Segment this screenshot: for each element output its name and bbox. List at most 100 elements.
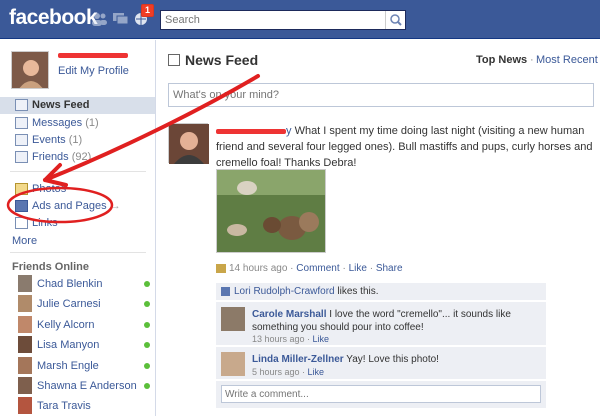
sidebar-item-messages[interactable]: Messages (1): [0, 115, 155, 132]
sidebar-item-ads-and-pages[interactable]: Ads and Pages →: [0, 198, 155, 215]
avatar: [18, 397, 32, 414]
photos-icon: [15, 183, 28, 195]
thumbs-up-icon: [221, 287, 230, 296]
facebook-logo[interactable]: facebook: [9, 6, 98, 30]
avatar: [169, 124, 209, 164]
messages-icon[interactable]: [112, 11, 129, 26]
online-status-icon: [144, 281, 150, 287]
avatar[interactable]: [221, 307, 245, 331]
avatar: [18, 377, 32, 394]
calendar-icon: [15, 134, 28, 146]
status-update-input[interactable]: [168, 83, 594, 107]
friends-online-title: Friends Online: [12, 261, 90, 273]
divider: [10, 252, 146, 253]
friend-name: Lisa Manyon: [37, 339, 100, 351]
arrow-right-icon: →: [109, 200, 121, 212]
sidebar-item-label: Photos: [32, 183, 67, 195]
write-comment-box: [216, 380, 546, 408]
story-text: y What I spent my time doing last night …: [216, 123, 596, 171]
redacted-name: [216, 128, 286, 134]
online-status-icon: [144, 342, 150, 348]
top-news-tab[interactable]: Top News: [476, 54, 527, 66]
story-author-avatar[interactable]: [168, 123, 209, 164]
friend-name: Julie Carnesi: [37, 298, 101, 310]
most-recent-tab[interactable]: Most Recent: [536, 54, 598, 66]
online-status-icon: [144, 383, 150, 389]
online-friend[interactable]: Kelly Alcorn: [13, 315, 153, 335]
avatar: [12, 52, 48, 88]
friend-name: Shawna E Anderson: [37, 380, 137, 392]
comment-like-link[interactable]: Like: [313, 334, 330, 344]
links-icon: [15, 217, 28, 229]
search-icon: [390, 14, 402, 26]
comment-like-link[interactable]: Like: [308, 367, 325, 377]
left-sidebar: Edit My Profile News Feed Messages (1) E…: [0, 40, 156, 416]
online-friend[interactable]: Tara Travis: [13, 396, 153, 416]
likes-summary: Lori Rudolph-Crawford likes this.: [216, 283, 546, 300]
write-comment-input[interactable]: [221, 385, 541, 403]
liker-name[interactable]: Lori Rudolph-Crawford: [234, 286, 335, 297]
events-count: (1): [68, 134, 83, 146]
friend-requests-icon[interactable]: [91, 11, 108, 26]
messages-count: (1): [85, 117, 99, 129]
avatar: [18, 336, 32, 353]
friend-name: Kelly Alcorn: [37, 319, 95, 331]
avatar: [18, 275, 32, 292]
comment-time: 13 hours ago: [252, 334, 305, 344]
more-link[interactable]: More: [12, 235, 37, 247]
online-status-icon: [144, 322, 150, 328]
online-friend[interactable]: Lisa Manyon: [13, 335, 153, 355]
ads-and-pages-icon: [15, 200, 28, 212]
edit-profile-link[interactable]: Edit My Profile: [58, 65, 129, 77]
online-friend[interactable]: Marsh Engle: [13, 356, 153, 376]
sidebar-item-label: Ads and Pages: [32, 200, 107, 212]
comment: Carole Marshall I love the word "cremell…: [216, 301, 546, 345]
search-input[interactable]: [161, 11, 381, 29]
online-status-icon: [144, 301, 150, 307]
online-friend[interactable]: Chad Blenkin: [13, 274, 153, 294]
story-time: 14 hours ago: [229, 263, 288, 274]
sidebar-item-label: Events: [32, 134, 66, 146]
avatar: [18, 316, 32, 333]
friend-name: Marsh Engle: [37, 360, 99, 372]
search-box: [160, 10, 406, 30]
photo-icon: [216, 263, 226, 273]
online-friend[interactable]: Shawna E Anderson: [13, 376, 153, 396]
story-author-name[interactable]: y: [216, 125, 292, 137]
sidebar-item-photos[interactable]: Photos: [0, 181, 155, 198]
online-friend[interactable]: Julie Carnesi: [13, 294, 153, 314]
news-feed-icon: [168, 54, 180, 66]
avatar: [18, 295, 32, 312]
sidebar-item-label: Messages: [32, 117, 83, 129]
share-link[interactable]: Share: [376, 263, 403, 274]
friends-count: (92): [71, 151, 92, 163]
avatar: [18, 357, 32, 374]
comment-text: Yay! Love this photo!: [346, 354, 439, 365]
redacted-profile-name: [58, 53, 128, 58]
friends-icon: [15, 151, 28, 163]
dogs-photo: [217, 170, 325, 252]
separator-dot: ·: [530, 54, 534, 66]
comment-time: 5 hours ago: [252, 367, 300, 377]
main-content: News Feed Top News · Most Recent y What …: [156, 40, 600, 416]
sidebar-item-news-feed[interactable]: News Feed: [0, 97, 155, 114]
avatar[interactable]: [221, 352, 245, 376]
commenter-name[interactable]: Carole Marshall: [252, 309, 326, 320]
search-button[interactable]: [385, 11, 405, 29]
friend-name: Chad Blenkin: [37, 278, 103, 290]
story-photo[interactable]: [216, 169, 326, 253]
profile-picture[interactable]: [11, 51, 49, 89]
sidebar-item-events[interactable]: Events (1): [0, 132, 155, 149]
notification-count-badge[interactable]: 1: [141, 4, 155, 17]
friend-name: Tara Travis: [37, 400, 91, 412]
sidebar-item-label: Links: [32, 217, 58, 229]
story-meta: 14 hours ago · Comment · Like · Share: [216, 263, 403, 274]
like-link[interactable]: Like: [349, 263, 367, 274]
sidebar-item-friends[interactable]: Friends (92): [0, 149, 155, 166]
divider: [10, 171, 146, 172]
news-feed-icon: [15, 99, 28, 111]
sidebar-item-label: Friends: [32, 151, 69, 163]
sidebar-item-links[interactable]: Links: [0, 215, 155, 232]
commenter-name[interactable]: Linda Miller-Zellner: [252, 354, 344, 365]
comment-link[interactable]: Comment: [296, 263, 339, 274]
